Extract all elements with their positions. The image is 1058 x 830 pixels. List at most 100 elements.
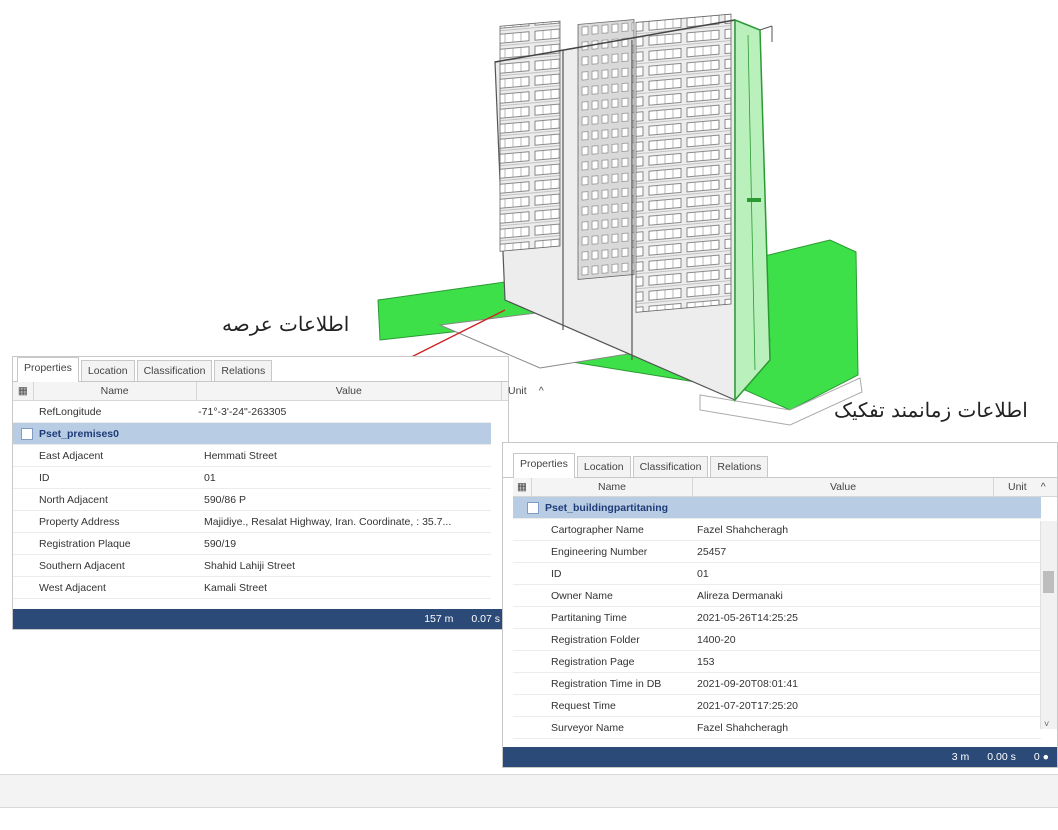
tab-location[interactable]: Location (576, 456, 631, 477)
property-group-title: Pset_buildingpartitaning (513, 501, 927, 514)
panel1-status-bar: 157 m 0.07 s (13, 609, 508, 629)
table-row[interactable]: Engineering Number 25457 (513, 541, 1041, 563)
vertical-scrollbar[interactable]: ˅ (1040, 521, 1057, 729)
property-value: Majidiye., Resalat Highway, Iran. Coordi… (204, 515, 452, 528)
property-name: ID (551, 567, 562, 580)
property-value: Hemmati Street (204, 449, 277, 462)
property-value: Fazel Shahcheragh (697, 721, 789, 734)
properties-panel-premises: Properties Location Classification Relat… (12, 356, 544, 630)
panel2-column-header: ▦ Name Value Unit ^ (513, 478, 1057, 497)
table-row[interactable]: Registration Plaque 590/19 (13, 533, 491, 555)
unit-column-label: Unit (508, 385, 527, 397)
table-row[interactable]: ID 01 (13, 467, 491, 489)
property-name: Partitaning Time (551, 611, 627, 624)
collapse-icon[interactable] (21, 427, 33, 440)
panel2-rows: Pset_buildingpartitaning Cartographer Na… (513, 497, 1041, 739)
property-name: Southern Adjacent (39, 559, 125, 572)
table-row[interactable]: RefLongitude -71°-3'-24"-263305 (13, 401, 491, 423)
bottom-toolbar (0, 774, 1058, 808)
distance-readout: 3 m (951, 751, 970, 763)
property-group-row[interactable]: Pset_premises0 (13, 423, 491, 445)
property-value: 590/86 P (204, 493, 247, 506)
name-column-header[interactable]: Name (532, 478, 693, 496)
property-name: Engineering Number (551, 545, 648, 558)
property-value: 2021-07-20T17:25:20 (697, 699, 798, 712)
panel2-tab-bar: Properties Location Classification Relat… (503, 443, 1057, 478)
property-group-row[interactable]: Pset_buildingpartitaning (513, 497, 1041, 519)
table-row[interactable]: Cartographer Name Fazel Shahcheragh (513, 519, 1041, 541)
property-value: Alireza Dermanaki (697, 589, 783, 602)
property-name: East Adjacent (39, 449, 104, 462)
table-row[interactable]: Surveyor Name Fazel Shahcheragh (513, 717, 1041, 739)
property-value: 01 (697, 567, 709, 580)
property-value: Fazel Shahcheragh (697, 523, 789, 536)
property-name: Request Time (551, 699, 616, 712)
property-group-title: Pset_premises0 (13, 427, 321, 440)
tab-relations[interactable]: Relations (710, 456, 769, 477)
property-name: RefLongitude (39, 405, 102, 418)
tab-classification[interactable]: Classification (136, 360, 213, 381)
scrollbar-thumb[interactable] (1043, 571, 1054, 593)
tab-classification[interactable]: Classification (632, 456, 709, 477)
unit-column-header[interactable]: Unit ^ (994, 478, 1057, 496)
tab-properties[interactable]: Properties (513, 453, 575, 478)
value-column-header[interactable]: Value (197, 382, 502, 400)
property-value: 1400-20 (697, 633, 736, 646)
property-value: Kamali Street (204, 581, 268, 594)
property-name: Property Address (39, 515, 120, 528)
property-name: Owner Name (551, 589, 613, 602)
group-label: Pset_premises0 (39, 427, 119, 440)
scroll-up-icon[interactable]: ^ (539, 385, 544, 397)
property-value: 2021-05-26T14:25:25 (697, 611, 798, 624)
time-readout: 0.00 s (987, 751, 1016, 763)
property-name: North Adjacent (39, 493, 108, 506)
unit-column-header[interactable]: Unit ^ (502, 382, 544, 400)
table-row[interactable]: ID 01 (513, 563, 1041, 585)
property-name: Registration Page (551, 655, 635, 668)
panel1-column-header: ▦ Name Value Unit ^ (13, 382, 544, 401)
distance-readout: 157 m (424, 613, 454, 625)
property-value: 590/19 (204, 537, 237, 550)
property-value: Shahid Lahiji Street (204, 559, 296, 572)
table-row[interactable]: North Adjacent 590/86 P (13, 489, 491, 511)
scroll-down-icon[interactable]: ˅ (1044, 719, 1049, 729)
panel1-rows: RefLongitude -71°-3'-24"-263305 Pset_pre… (13, 401, 491, 599)
property-name: Surveyor Name (551, 721, 624, 734)
collapse-icon[interactable] (527, 501, 539, 514)
property-value: 153 (697, 655, 715, 668)
table-row[interactable]: Partitaning Time 2021-05-26T14:25:25 (513, 607, 1041, 629)
scroll-up-icon[interactable]: ^ (1041, 481, 1046, 493)
table-row[interactable]: Property Address Majidiye., Resalat High… (13, 511, 491, 533)
table-row[interactable]: West Adjacent Kamali Street (13, 577, 491, 599)
table-row[interactable]: Registration Time in DB 2021-09-20T08:01… (513, 673, 1041, 695)
temporal-partition-info-label: اطلاعات زمانمند تفکیک (834, 398, 1028, 422)
value-column-header[interactable]: Value (693, 478, 994, 496)
table-row[interactable]: East Adjacent Hemmati Street (13, 445, 491, 467)
name-column-header[interactable]: Name (34, 382, 197, 400)
group-label: Pset_buildingpartitaning (545, 501, 669, 514)
table-row[interactable]: Southern Adjacent Shahid Lahiji Street (13, 555, 491, 577)
table-row[interactable]: Registration Page 153 (513, 651, 1041, 673)
panel1-tab-bar: Properties Location Classification Relat… (13, 357, 508, 382)
property-value: -71°-3'-24"-263305 (198, 405, 287, 418)
properties-panel-building-partition: Properties Location Classification Relat… (502, 442, 1058, 768)
parcel-info-label: اطلاعات عرصه (222, 312, 350, 336)
property-name: ID (39, 471, 50, 484)
property-name: Registration Plaque (39, 537, 131, 550)
grid-toggle-icon[interactable]: ▦ (13, 382, 34, 400)
tab-relations[interactable]: Relations (214, 360, 273, 381)
time-readout: 0.07 s (471, 613, 500, 625)
property-name: Registration Time in DB (551, 677, 662, 690)
property-value: 25457 (697, 545, 727, 558)
property-name: Registration Folder (551, 633, 640, 646)
unit-column-label: Unit (1008, 481, 1027, 493)
panel2-status-bar: 3 m 0.00 s 0 ● (503, 747, 1057, 767)
grid-toggle-icon[interactable]: ▦ (513, 478, 532, 496)
table-row[interactable]: Owner Name Alireza Dermanaki (513, 585, 1041, 607)
property-name: Cartographer Name (551, 523, 644, 536)
table-row[interactable]: Request Time 2021-07-20T17:25:20 (513, 695, 1041, 717)
property-name: West Adjacent (39, 581, 106, 594)
table-row[interactable]: Registration Folder 1400-20 (513, 629, 1041, 651)
tab-location[interactable]: Location (80, 360, 135, 381)
tab-properties[interactable]: Properties (17, 357, 79, 382)
